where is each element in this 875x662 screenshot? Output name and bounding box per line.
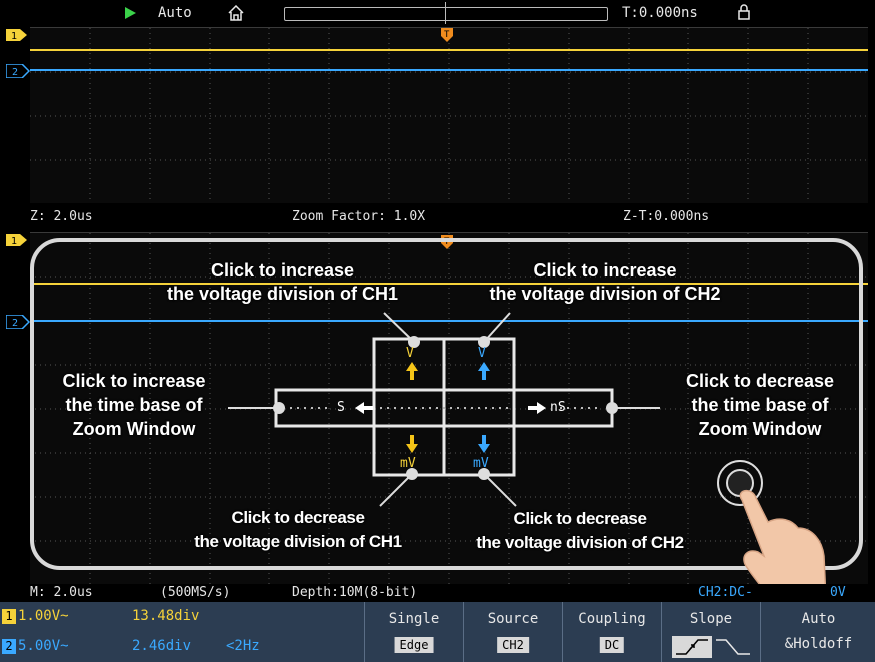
ch1-scale: 1.00V~ <box>18 608 69 624</box>
ch1-dec-line1: Click to decrease <box>231 508 365 527</box>
ch2-decrease-callout: Click to decrease the voltage division o… <box>448 507 712 555</box>
time-left-dot <box>273 402 285 414</box>
source-value: CH2 <box>497 637 529 653</box>
source-label: Source <box>487 611 539 627</box>
coupling-value: DC <box>599 637 625 653</box>
holdoff-label-1: Auto <box>801 611 836 627</box>
time-increase-unit: S <box>337 400 345 415</box>
time-inc-line3: Zoom Window <box>72 419 196 439</box>
time-inc-line1: Click to increase <box>62 371 206 391</box>
trigger-source-info: CH2:DC- <box>698 585 753 600</box>
time-left-arrow <box>355 402 373 414</box>
single-label: Single <box>388 611 440 627</box>
trigger-level: 0V <box>830 585 846 600</box>
record-depth: Depth:10M(8-bit) <box>292 585 418 600</box>
time-dec-line2: the time base of <box>691 395 829 415</box>
time-dec-line3: Zoom Window <box>698 419 822 439</box>
acquisition-status-bar: M: 2.0us (500MS/s) Depth:10M(8-bit) CH2:… <box>0 584 875 602</box>
ch2-down-arrow <box>478 435 490 453</box>
gesture-overlay <box>30 238 863 601</box>
time-right-arrow <box>528 402 546 414</box>
ch2-bandwidth-note: <2Hz <box>226 638 260 654</box>
time-decrease-callout: Click to decrease the time base of Zoom … <box>657 369 863 441</box>
holdoff-label-2: &Holdoff <box>784 636 853 652</box>
main-time-base: M: 2.0us <box>30 585 93 600</box>
sample-rate: (500MS/s) <box>160 585 231 600</box>
holdoff-button[interactable]: Auto &Holdoff <box>760 602 875 662</box>
ch1-inc-line2: the voltage division of CH1 <box>166 284 399 304</box>
ch1-info[interactable]: 1 1.00V~ 13.48div <box>2 608 362 628</box>
ch1-dec-line2: the voltage division of CH1 <box>194 532 402 551</box>
ch1-decrease-callout: Click to decrease the voltage division o… <box>166 506 430 554</box>
ch2-increase-callout: Click to increase the voltage division o… <box>446 258 764 306</box>
single-edge-button[interactable]: Single Edge <box>364 602 463 662</box>
ch2-dec-line1: Click to decrease <box>513 509 647 528</box>
ch2-inc-line2: the voltage division of CH2 <box>489 284 721 304</box>
time-decrease-unit: nS <box>550 400 566 415</box>
ch2-up-unit: V <box>478 346 486 361</box>
coupling-button[interactable]: Coupling DC <box>562 602 661 662</box>
ch2-badge: 2 <box>2 639 16 654</box>
ch2-scale: 5.00V~ <box>18 638 69 654</box>
source-button[interactable]: Source CH2 <box>463 602 562 662</box>
ch2-info[interactable]: 2 5.00V~ 2.46div <2Hz <box>2 638 362 658</box>
ch1-increase-callout: Click to increase the voltage division o… <box>120 258 445 306</box>
ch1-position: 13.48div <box>132 608 200 624</box>
single-value: Edge <box>394 637 434 653</box>
slope-label: Slope <box>689 611 733 627</box>
ch1-up-unit: V <box>406 346 414 361</box>
ch1-inc-line1: Click to increase <box>210 260 355 280</box>
ch1-down-unit: mV <box>400 456 416 471</box>
time-right-dot <box>606 402 618 414</box>
ch2-inc-line1: Click to increase <box>533 260 677 280</box>
time-inc-line2: the time base of <box>65 395 203 415</box>
ch2-position: 2.46div <box>132 638 192 654</box>
bottom-menu: 1 1.00V~ 13.48div 2 5.00V~ 2.46div <2Hz … <box>0 602 875 662</box>
ch1-badge: 1 <box>2 609 16 624</box>
coupling-label: Coupling <box>578 611 646 627</box>
ch2-down-unit: mV <box>473 456 489 471</box>
ch1-down-arrow <box>406 435 418 453</box>
ch2-dec-line2: the voltage division of CH2 <box>476 533 684 552</box>
ch2-up-arrow <box>478 362 490 380</box>
slope-button[interactable]: Slope <box>661 602 760 662</box>
slope-rising-icon <box>672 636 750 658</box>
time-increase-callout: Click to increase the time base of Zoom … <box>34 369 234 441</box>
ch1-up-arrow <box>406 362 418 380</box>
time-dec-line1: Click to decrease <box>685 371 835 391</box>
